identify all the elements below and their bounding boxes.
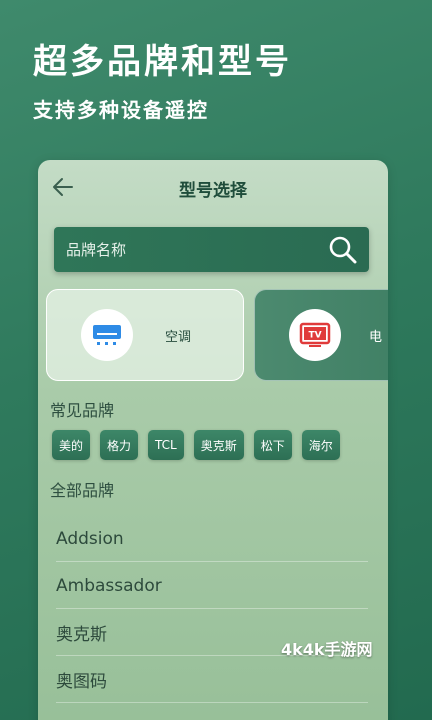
brand-list: Addsion Ambassador 奥克斯 奥图码 (38, 515, 388, 703)
search-bar (54, 227, 369, 272)
page-title: 型号选择 (179, 181, 247, 201)
search-input[interactable] (54, 227, 323, 272)
search-icon[interactable] (323, 230, 363, 270)
category-row: 空调 TV 电 (46, 289, 388, 381)
category-label: 空调 (165, 329, 192, 345)
list-item[interactable]: 奥图码 (38, 656, 388, 703)
category-label: 电 (369, 329, 383, 345)
category-air-conditioner[interactable]: 空调 (46, 289, 244, 381)
air-conditioner-icon (81, 309, 133, 361)
watermark: 4k4k手游网 (281, 640, 373, 659)
tv-icon: TV (289, 309, 341, 361)
list-item[interactable]: Ambassador (38, 562, 388, 609)
common-brand-chips: 美的 格力 TCL 奥克斯 松下 海尔 (52, 430, 340, 460)
hero-title: 超多品牌和型号 (33, 42, 292, 82)
brand-chip[interactable]: 奥克斯 (193, 430, 244, 460)
list-item[interactable]: Addsion (38, 515, 388, 562)
common-brands-heading: 常见品牌 (50, 401, 115, 420)
brand-chip[interactable]: 海尔 (301, 430, 340, 460)
brand-chip[interactable]: 美的 (52, 430, 91, 460)
category-tv[interactable]: TV 电 (254, 289, 388, 381)
brand-chip[interactable]: 格力 (100, 430, 139, 460)
all-brands-heading: 全部品牌 (50, 481, 115, 500)
hero-subtitle: 支持多种设备遥控 (33, 98, 209, 122)
svg-text:TV: TV (308, 331, 321, 341)
card-header: 型号选择 (38, 160, 388, 214)
brand-chip[interactable]: TCL (148, 430, 184, 460)
brand-chip[interactable]: 松下 (253, 430, 292, 460)
